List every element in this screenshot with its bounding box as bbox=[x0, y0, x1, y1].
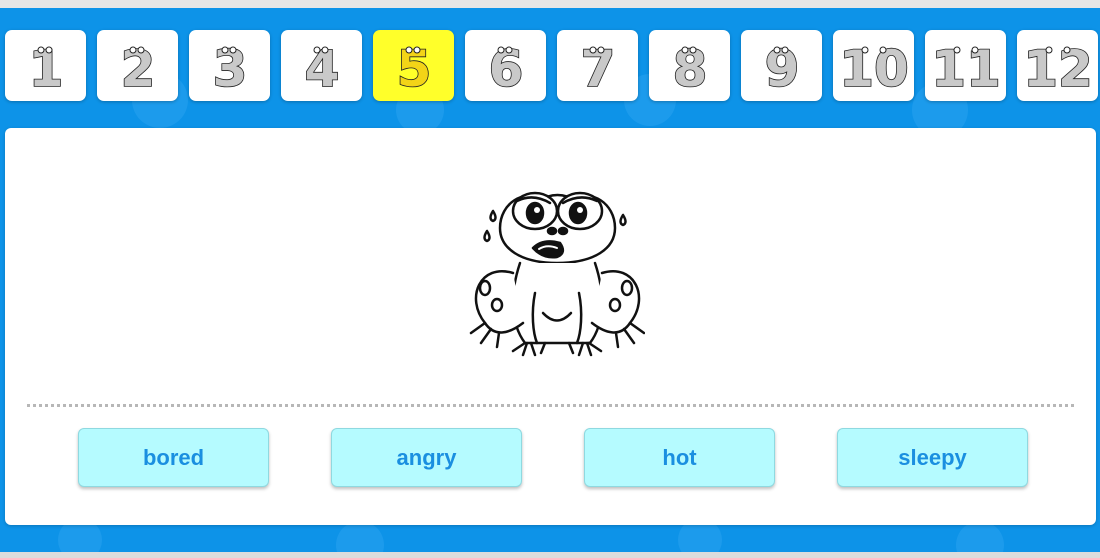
number-tile-7[interactable]: 7 bbox=[557, 30, 638, 101]
cartoon-number-7-icon: 7 bbox=[579, 39, 615, 99]
cartoon-number-10-icon: 10 bbox=[838, 39, 909, 99]
cartoon-number-1-icon: 1 bbox=[27, 39, 63, 99]
number-tile-1[interactable]: 1 bbox=[5, 30, 86, 101]
cartoon-number-6-icon: 6 bbox=[487, 39, 523, 99]
cartoon-number-5-icon: 5 bbox=[395, 39, 431, 99]
number-tile-11[interactable]: 11 bbox=[925, 30, 1006, 101]
cartoon-number-9-icon: 9 bbox=[763, 39, 799, 99]
cartoon-number-3-icon: 3 bbox=[211, 39, 247, 99]
dotted-divider bbox=[27, 404, 1074, 407]
number-tile-3[interactable]: 3 bbox=[189, 30, 270, 101]
cartoon-number-8-icon: 8 bbox=[671, 39, 707, 99]
cartoon-number-12-icon: 12 bbox=[1022, 39, 1093, 99]
svg-text:10: 10 bbox=[839, 40, 909, 98]
number-tile-9[interactable]: 9 bbox=[741, 30, 822, 101]
cartoon-number-4-icon: 4 bbox=[303, 39, 339, 99]
answer-button-bored[interactable]: bored bbox=[78, 428, 269, 487]
worried-frog-icon bbox=[469, 191, 645, 357]
answer-button-sleepy[interactable]: sleepy bbox=[837, 428, 1028, 487]
top-strip bbox=[0, 0, 1100, 8]
question-panel: bored angry hot sleepy bbox=[5, 128, 1096, 525]
number-tile-2[interactable]: 2 bbox=[97, 30, 178, 101]
svg-text:12: 12 bbox=[1023, 40, 1093, 98]
answer-options: bored angry hot sleepy bbox=[78, 428, 1028, 487]
footer-strip bbox=[0, 552, 1100, 558]
number-tile-5[interactable]: 5 bbox=[373, 30, 454, 101]
number-tile-8[interactable]: 8 bbox=[649, 30, 730, 101]
number-tile-4[interactable]: 4 bbox=[281, 30, 362, 101]
number-tile-12[interactable]: 12 bbox=[1017, 30, 1098, 101]
number-tile-10[interactable]: 10 bbox=[833, 30, 914, 101]
svg-text:11: 11 bbox=[931, 40, 1001, 98]
cartoon-number-2-icon: 2 bbox=[119, 39, 155, 99]
answer-button-angry[interactable]: angry bbox=[331, 428, 522, 487]
number-nav: 1 2 3 4 5 6 7 8 9 10 11 12 bbox=[5, 30, 1098, 101]
number-tile-6[interactable]: 6 bbox=[465, 30, 546, 101]
answer-button-hot[interactable]: hot bbox=[584, 428, 775, 487]
cartoon-number-11-icon: 11 bbox=[930, 39, 1001, 99]
